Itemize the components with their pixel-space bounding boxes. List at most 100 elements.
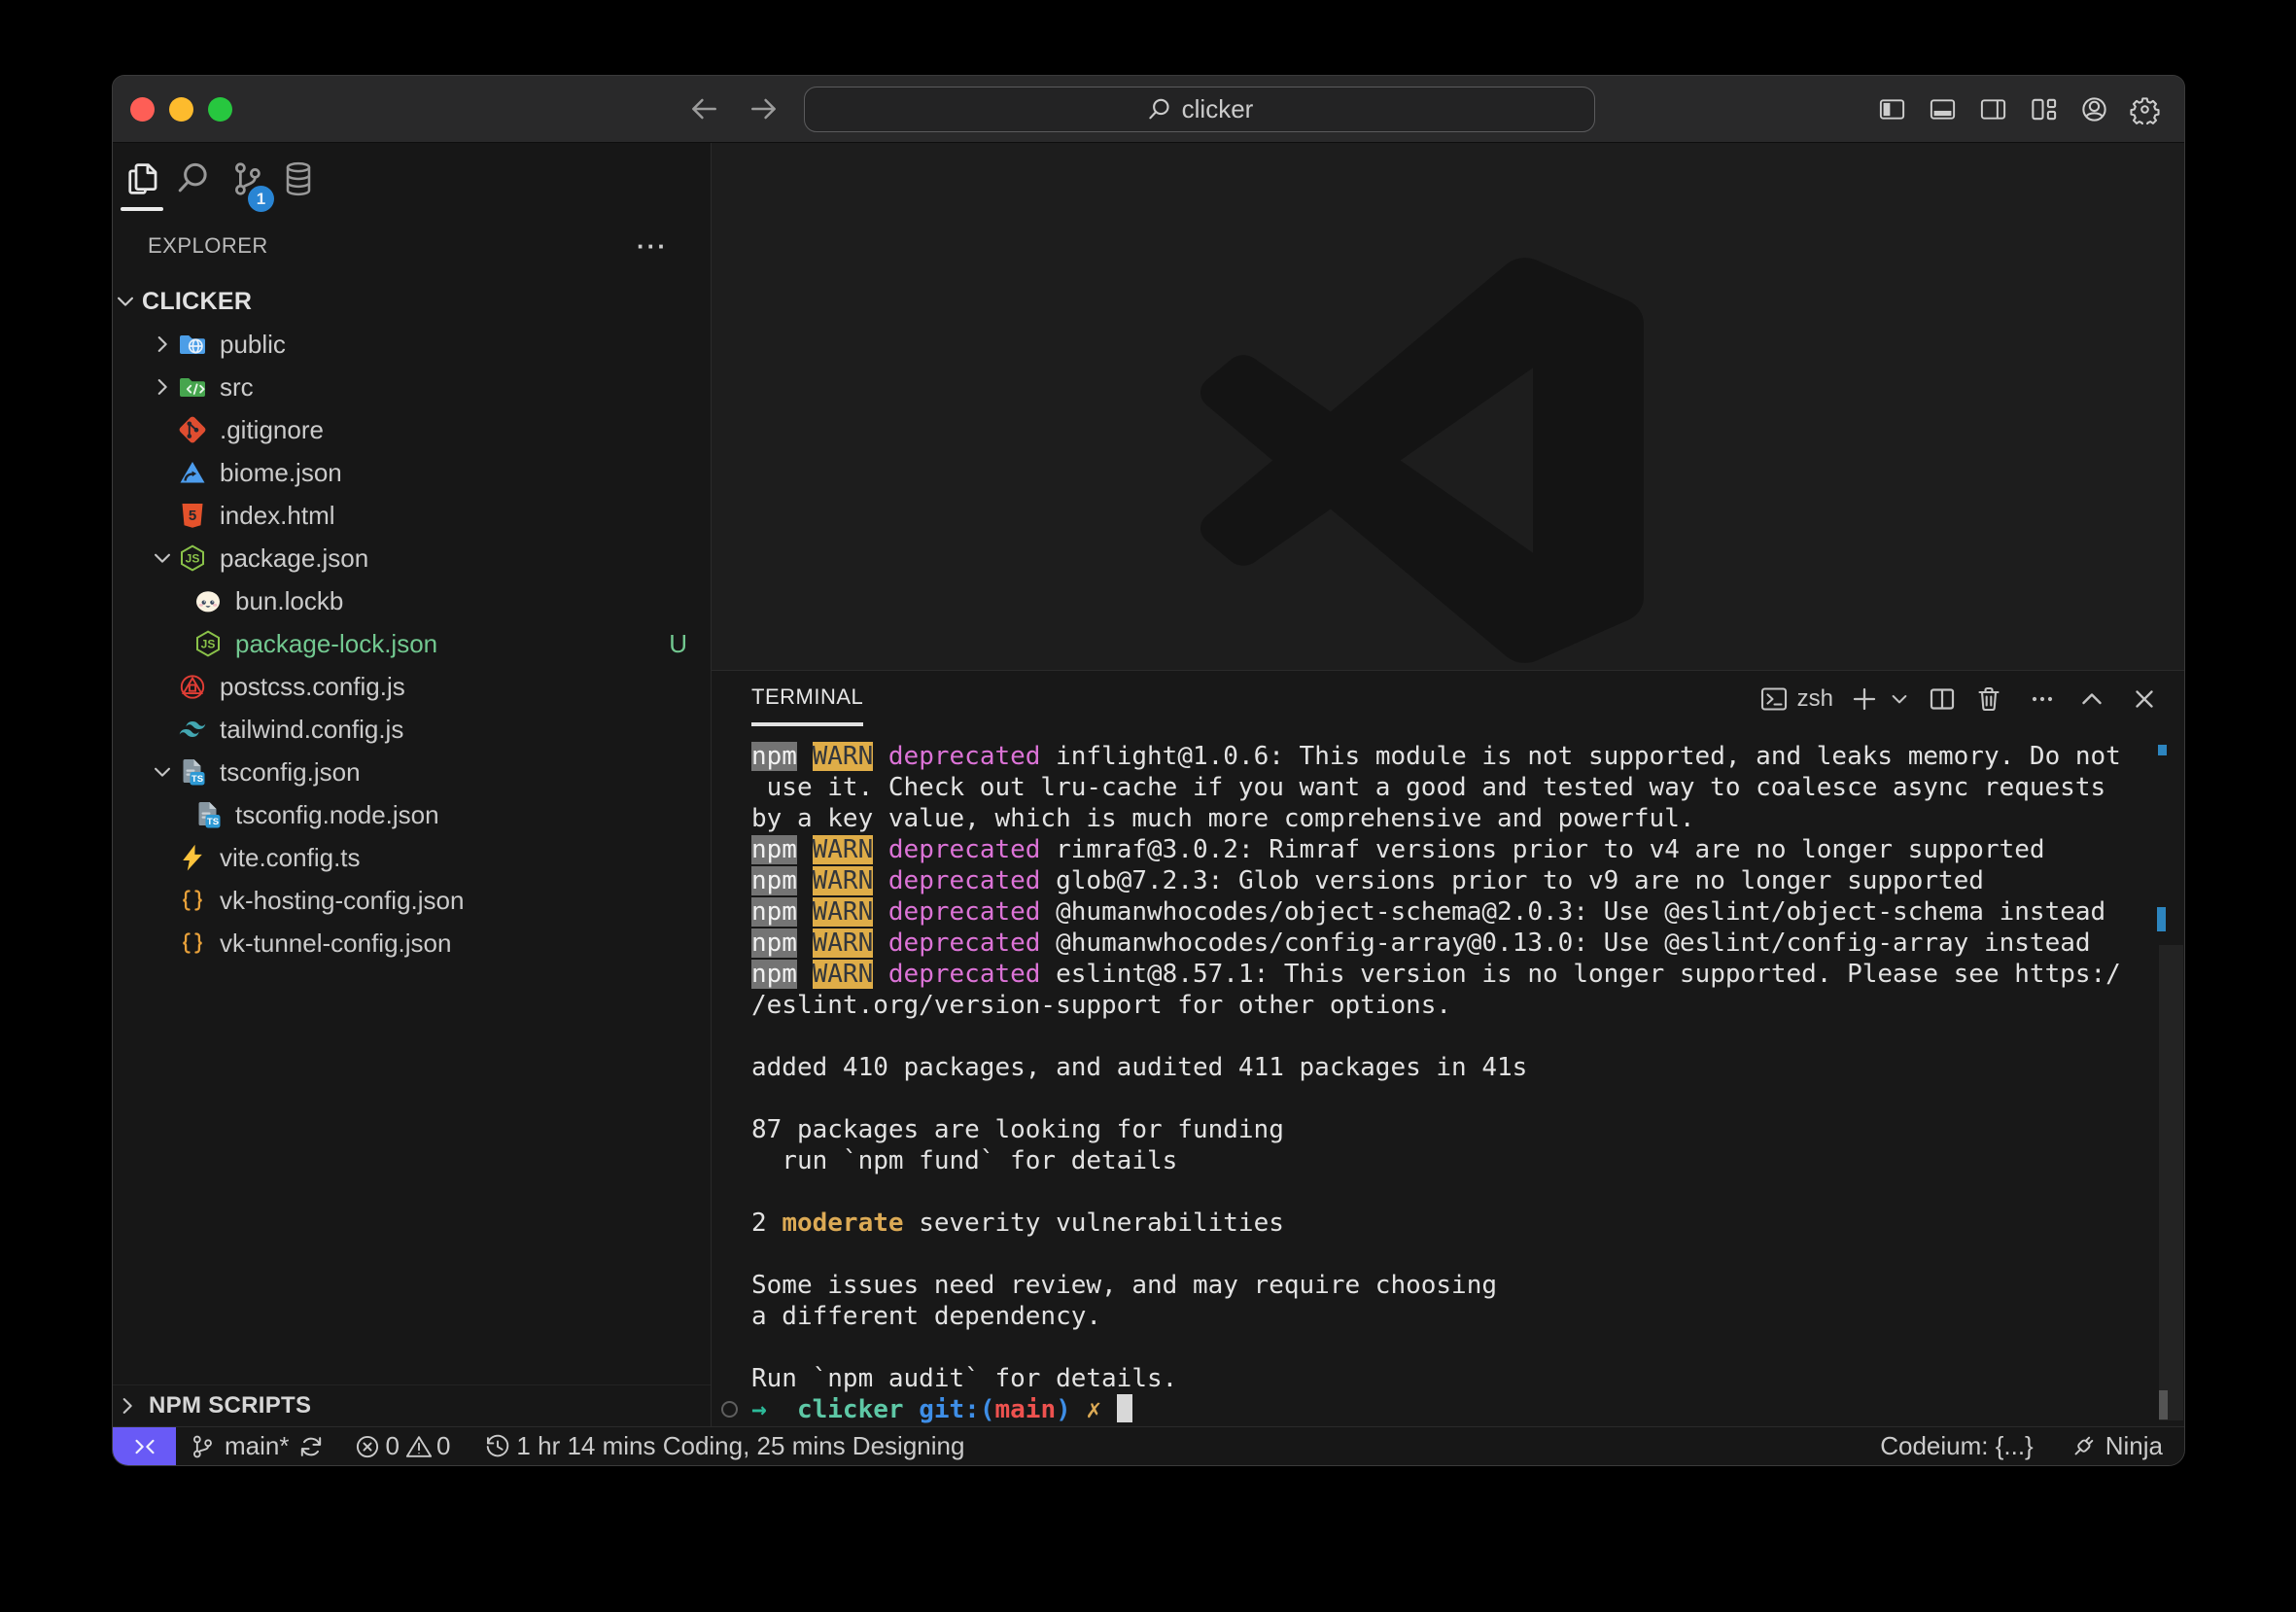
ninja-status[interactable]: Ninja <box>2069 1431 2163 1461</box>
search-icon <box>174 159 213 198</box>
terminal-scrollbar-track <box>2159 945 2183 1420</box>
terminal-line: a different dependency. <box>751 1301 2184 1332</box>
window-controls <box>130 76 232 142</box>
chevron-down-icon[interactable] <box>1888 687 1911 711</box>
toggle-panel-icon[interactable] <box>1928 94 1958 124</box>
tsconfig-icon <box>177 756 208 788</box>
branch-label: main* <box>225 1431 289 1461</box>
remote-indicator[interactable] <box>113 1427 176 1465</box>
plug-icon <box>2069 1432 2098 1461</box>
terminal-line: npm WARN deprecated @humanwhocodes/objec… <box>751 896 2184 928</box>
terminal-line: added 410 packages, and audited 411 pack… <box>751 1052 2184 1083</box>
tree-item-tsconfig.node.json[interactable]: tsconfig.node.json <box>113 793 711 836</box>
zoom-button[interactable] <box>208 97 232 122</box>
sidebar: 1 EXPLORER ··· CLICKER publicsrc.gitigno… <box>113 143 712 1426</box>
minimize-button[interactable] <box>169 97 193 122</box>
active-tab-indicator <box>121 207 163 211</box>
customize-layout-icon[interactable] <box>2029 94 2059 124</box>
warning-icon <box>404 1432 434 1461</box>
tree-item-vite.config.ts[interactable]: vite.config.ts <box>113 836 711 879</box>
html-icon <box>177 500 208 531</box>
tree-item-vk-tunnel-config.json[interactable]: vk-tunnel-config.json <box>113 922 711 964</box>
chevron-down-icon <box>150 759 175 785</box>
tree-item-package-lock.json[interactable]: package-lock.json U <box>113 622 711 665</box>
terminal-line: Run `npm audit` for details. <box>751 1363 2184 1394</box>
terminal-line: npm WARN deprecated eslint@8.57.1: This … <box>751 959 2184 990</box>
title-bar: clicker <box>113 76 2184 143</box>
file-label: tailwind.config.js <box>220 715 403 745</box>
tree-item-src[interactable]: src <box>113 366 711 408</box>
more-actions-icon[interactable] <box>2027 683 2058 715</box>
account-icon[interactable] <box>2079 94 2109 124</box>
scrollbar-decoration <box>2157 907 2166 931</box>
ninja-label: Ninja <box>2105 1431 2163 1461</box>
file-label: index.html <box>220 501 335 531</box>
error-icon <box>353 1432 382 1461</box>
navigate-back-icon[interactable] <box>687 92 720 125</box>
branch-status[interactable]: main* <box>188 1431 326 1461</box>
tree-item-tailwind.config.js[interactable]: tailwind.config.js <box>113 708 711 751</box>
tree-item-.gitignore[interactable]: .gitignore <box>113 408 711 451</box>
tree-item-vk-hosting-config.json[interactable]: vk-hosting-config.json <box>113 879 711 922</box>
kill-terminal-icon[interactable] <box>1973 683 2004 715</box>
close-button[interactable] <box>130 97 155 122</box>
file-tree: CLICKER public src .gitignore biome.json ind… <box>113 280 711 964</box>
tree-item-biome.json[interactable]: biome.json <box>113 451 711 494</box>
toggle-sidebar-icon[interactable] <box>1877 94 1907 124</box>
tree-item-package.json[interactable]: package.json <box>113 537 711 579</box>
terminal-line: run `npm fund` for details <box>751 1145 2184 1176</box>
activity-search[interactable] <box>169 155 218 203</box>
file-label: tsconfig.node.json <box>235 800 439 830</box>
close-panel-icon[interactable] <box>2129 683 2160 715</box>
activity-database[interactable] <box>274 155 323 203</box>
new-terminal-icon[interactable] <box>1849 683 1880 715</box>
git-status-badge: U <box>669 629 687 659</box>
error-count: 0 <box>385 1431 399 1461</box>
tree-item-postcss.config.js[interactable]: postcss.config.js <box>113 665 711 708</box>
toggle-secondary-sidebar-icon[interactable] <box>1978 94 2008 124</box>
activity-explorer[interactable] <box>117 155 165 203</box>
tree-item-bun.lockb[interactable]: bun.lockb <box>113 579 711 622</box>
npm-scripts-label: NPM SCRIPTS <box>149 1392 311 1419</box>
terminal-scrollbar-thumb[interactable] <box>2159 1390 2168 1419</box>
tree-root-folder[interactable]: CLICKER <box>113 280 711 323</box>
terminal-line: by a key value, which is much more compr… <box>751 803 2184 834</box>
maximize-panel-icon[interactable] <box>2076 683 2107 715</box>
terminal-line: 2 moderate severity vulnerabilities <box>751 1208 2184 1239</box>
file-label: src <box>220 372 254 403</box>
terminal-line: → clicker git:(main) ✗ <box>751 1394 2184 1425</box>
activity-bar: 1 <box>113 143 711 219</box>
postcss-icon <box>177 671 208 702</box>
tab-terminal[interactable]: TERMINAL <box>751 671 863 726</box>
vite-icon <box>177 842 208 873</box>
biome-icon <box>177 457 208 488</box>
command-center-search[interactable]: clicker <box>804 87 1595 132</box>
activity-source-control[interactable]: 1 <box>222 155 270 203</box>
search-icon <box>1146 96 1173 123</box>
codeium-status[interactable]: Codeium: {...} <box>1880 1431 2034 1461</box>
settings-gear-icon[interactable] <box>2130 94 2160 124</box>
terminal-line: npm WARN deprecated @humanwhocodes/confi… <box>751 928 2184 959</box>
file-label: vite.config.ts <box>220 843 361 873</box>
tree-item-index.html[interactable]: index.html <box>113 494 711 537</box>
terminal-line: npm WARN deprecated inflight@1.0.6: This… <box>751 741 2184 772</box>
explorer-more-actions-icon[interactable]: ··· <box>637 231 668 262</box>
sync-icon <box>296 1432 326 1461</box>
tree-item-tsconfig.json[interactable]: tsconfig.json <box>113 751 711 793</box>
terminal-output[interactable]: npm WARN deprecated inflight@1.0.6: This… <box>712 726 2184 1426</box>
file-label: biome.json <box>220 458 342 488</box>
nodejs-icon <box>192 628 224 659</box>
warning-count: 0 <box>436 1431 450 1461</box>
time-tracking-status[interactable]: 1 hr 14 mins Coding, 25 mins Designing <box>483 1431 964 1461</box>
file-label: vk-tunnel-config.json <box>220 929 451 959</box>
npm-scripts-section[interactable]: NPM SCRIPTS <box>113 1384 711 1426</box>
root-folder-label: CLICKER <box>142 288 252 316</box>
problems-status[interactable]: 0 0 <box>353 1431 450 1461</box>
split-terminal-icon[interactable] <box>1927 683 1958 715</box>
shell-label: zsh <box>1797 685 1833 713</box>
vscode-logo-watermark <box>1200 257 1644 664</box>
navigate-forward-icon[interactable] <box>748 92 781 125</box>
file-label: package-lock.json <box>235 629 437 659</box>
git-icon <box>177 414 208 445</box>
tree-item-public[interactable]: public <box>113 323 711 366</box>
